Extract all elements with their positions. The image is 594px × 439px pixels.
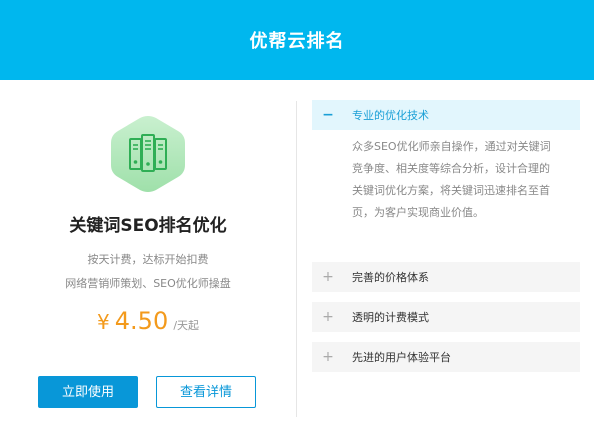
accordion-label: 透明的计费模式 <box>352 311 429 324</box>
price-row: ¥ 4.50 /天起 <box>0 307 296 335</box>
expand-icon[interactable]: + <box>322 270 334 284</box>
feature-accordion: − 专业的优化技术 众多SEO优化师亲自操作，通过对关键词竞争度、相关度等综合分… <box>312 100 580 372</box>
accordion-header-pricing[interactable]: + 完善的价格体系 <box>312 262 580 292</box>
page-title: 优帮云排名 <box>249 31 345 52</box>
accordion-label: 先进的用户体验平台 <box>352 351 451 364</box>
product-description-team: 网络营销师策划、SEO优化师操盘 <box>65 277 231 290</box>
accordion-label: 专业的优化技术 <box>352 109 429 122</box>
accordion-header-optimization[interactable]: − 专业的优化技术 <box>312 100 580 130</box>
price-unit: /天起 <box>173 319 200 332</box>
vertical-divider <box>296 101 297 417</box>
expand-icon[interactable]: + <box>322 350 334 364</box>
accordion-content-optimization: 众多SEO优化师亲自操作，通过对关键词竞争度、相关度等综合分析，设计合理的关键词… <box>352 140 551 219</box>
accordion-header-platform[interactable]: + 先进的用户体验平台 <box>312 342 580 372</box>
price-currency: ¥ <box>96 310 110 334</box>
price-value: 4.50 <box>114 307 169 335</box>
view-details-button[interactable]: 查看详情 <box>156 376 256 408</box>
expand-icon[interactable]: + <box>322 310 334 324</box>
product-title: 关键词SEO排名优化 <box>69 216 227 236</box>
server-icon <box>111 116 185 192</box>
page-header: 优帮云排名 <box>0 0 594 80</box>
accordion-label: 完善的价格体系 <box>352 271 429 284</box>
collapse-icon[interactable]: − <box>322 108 334 122</box>
use-now-button[interactable]: 立即使用 <box>38 376 138 408</box>
product-description-billing: 按天计费，达标开始扣费 <box>87 253 209 266</box>
accordion-header-billing[interactable]: + 透明的计费模式 <box>312 302 580 332</box>
